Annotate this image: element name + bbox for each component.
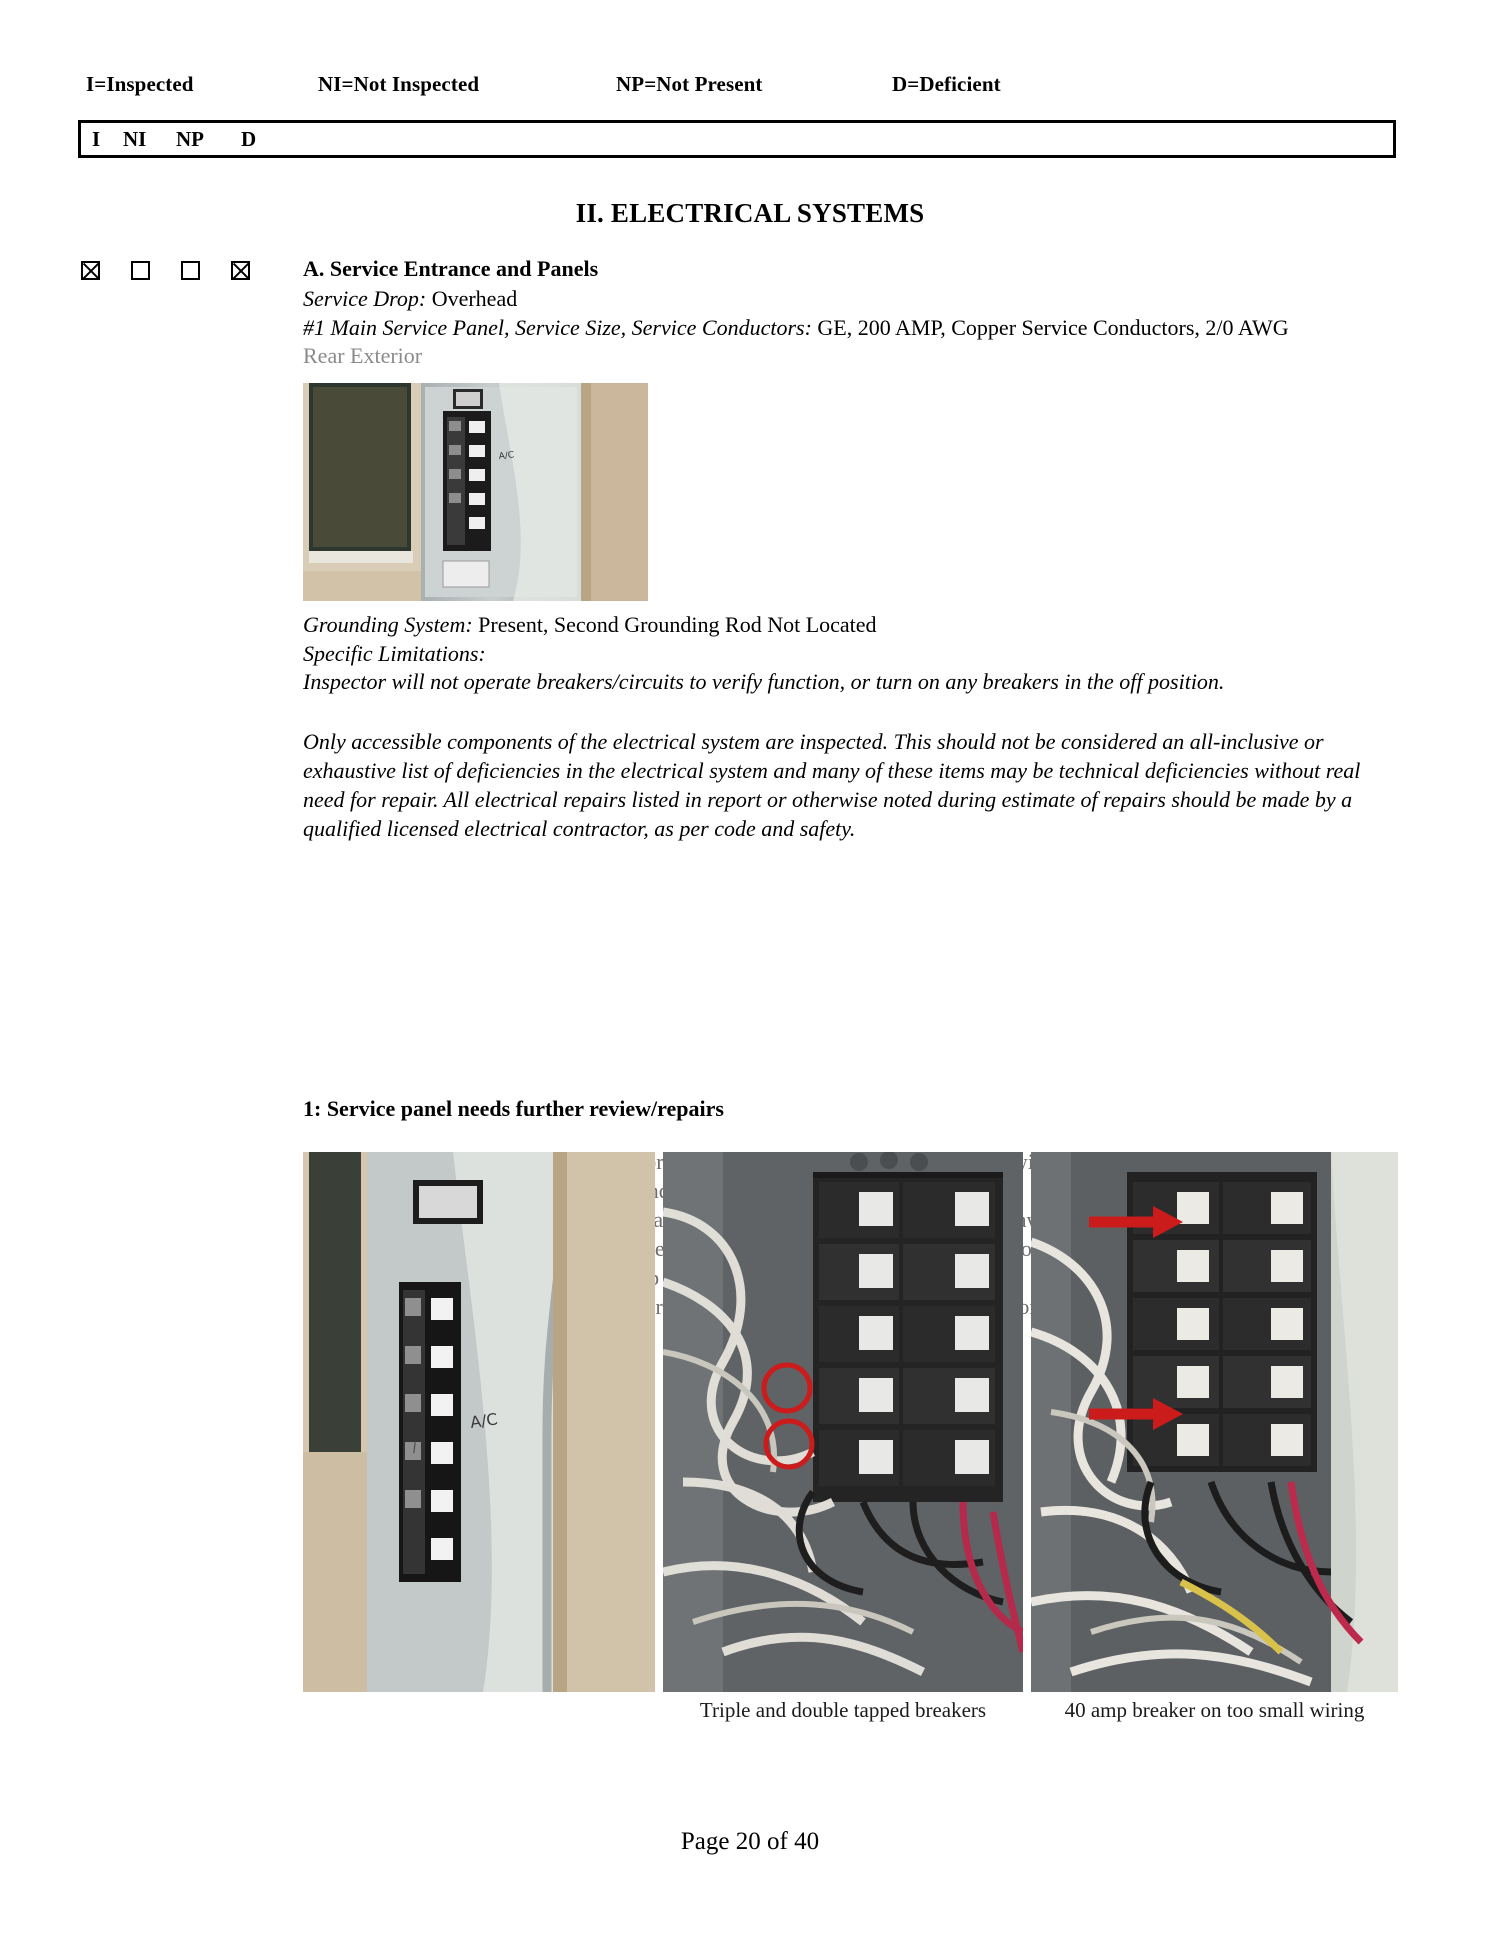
field-grounding-system-value: Present, Second Grounding Rod Not Locate…	[472, 611, 877, 637]
svg-text:A/C: A/C	[498, 450, 514, 462]
column-header-i: I	[92, 127, 101, 151]
field-main-service-panel-value: GE, 200 AMP, Copper Service Conductors, …	[811, 314, 1289, 340]
section-title: II. ELECTRICAL SYSTEMS	[575, 198, 925, 228]
field-main-service-panel-label: #1 Main Service Panel, Service Size, Ser…	[303, 314, 812, 340]
page-footer: Page 20 of 40	[680, 1828, 820, 1855]
field-grounding-system-label: Grounding System:	[303, 611, 473, 637]
triple-double-tapped-breakers-photo-art	[663, 1152, 1023, 1692]
legend-item-deficient: D=Deficient	[892, 72, 1001, 96]
deficiency-title: 1: Service panel needs further review/re…	[303, 1096, 724, 1121]
field-service-drop-value: Overhead	[426, 286, 518, 312]
electrical-disclaimer: Only accessible components of the electr…	[303, 728, 1361, 842]
column-header-box: I NI NP D	[78, 120, 1396, 158]
checkbox-not-present[interactable]	[181, 261, 200, 280]
legend-item-not-inspected: NI=Not Inspected	[318, 72, 480, 96]
deficiency-photo-strip: A/C / Triple and double tapped breakers …	[303, 1152, 1398, 1737]
forty-amp-breaker-small-wiring-photo	[1031, 1152, 1398, 1692]
field-service-drop: Service Drop: Overhead	[303, 285, 1398, 314]
main-service-panel-photo: A/C	[303, 382, 648, 601]
field-specific-limitations-label: Specific Limitations:	[303, 640, 486, 666]
column-header-ni: NI	[123, 127, 147, 151]
column-header-d: D	[241, 127, 257, 151]
triple-double-tapped-breakers-photo	[663, 1152, 1023, 1692]
photo-cell: A/C /	[303, 1152, 655, 1692]
field-location-note: Rear Exterior	[303, 343, 423, 369]
checkbox-not-inspected[interactable]	[131, 261, 150, 280]
item-content: A. Service Entrance and Panels Service D…	[303, 255, 1398, 844]
limitation-statement: Inspector will not operate breakers/circ…	[303, 669, 1225, 695]
photo-cell: 40 amp breaker on too small wiring	[1031, 1152, 1398, 1722]
main-service-panel-photo-art: A/C	[303, 382, 648, 601]
column-header-np: NP	[176, 127, 204, 151]
photo-caption: 40 amp breaker on too small wiring	[1064, 1698, 1365, 1722]
field-specific-limitations: Specific Limitations:	[303, 640, 1398, 669]
photo-cell: Triple and double tapped breakers	[663, 1152, 1023, 1722]
report-page: I=Inspected NI=Not Inspected NP=Not Pres…	[0, 0, 1500, 1941]
forty-amp-breaker-small-wiring-photo-art	[1031, 1152, 1398, 1692]
legend-item-not-present: NP=Not Present	[616, 72, 763, 96]
field-main-service-panel: #1 Main Service Panel, Service Size, Ser…	[303, 314, 1398, 343]
inspection-checkbox-row	[78, 261, 298, 285]
checkbox-deficient[interactable]	[231, 261, 250, 280]
panel-exterior-photo: A/C /	[303, 1152, 655, 1692]
checkbox-inspected[interactable]	[81, 261, 100, 280]
item-title: A. Service Entrance and Panels	[303, 256, 599, 281]
legend-item-inspected: I=Inspected	[86, 72, 194, 96]
photo-caption: Triple and double tapped breakers	[699, 1698, 987, 1722]
field-service-drop-label: Service Drop:	[303, 286, 427, 312]
svg-text:A/C: A/C	[469, 1409, 499, 1432]
panel-exterior-photo-art: A/C /	[303, 1152, 655, 1692]
field-grounding-system: Grounding System: Present, Second Ground…	[303, 611, 1398, 640]
